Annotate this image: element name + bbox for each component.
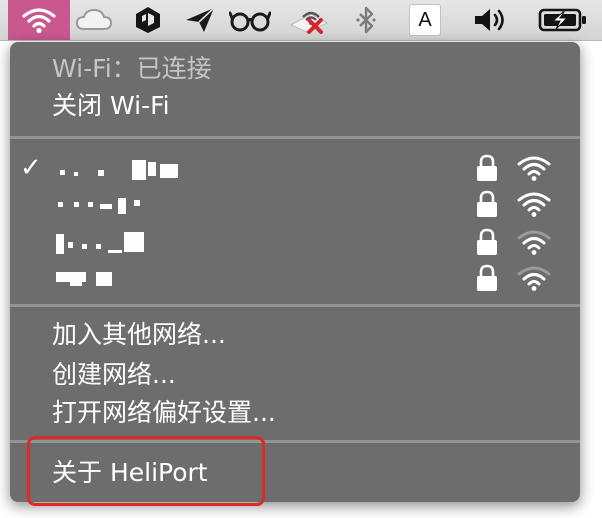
network-name-obscured bbox=[52, 228, 192, 256]
paper-plane-icon[interactable] bbox=[176, 0, 224, 40]
create-network-item[interactable]: 创建网络... bbox=[52, 360, 176, 390]
turn-off-wifi-item[interactable]: 关闭 Wi-Fi bbox=[52, 91, 170, 121]
separator bbox=[10, 304, 580, 307]
wifi-status-label: Wi-Fi：已连接 bbox=[52, 54, 212, 83]
network-name-obscured bbox=[52, 264, 192, 292]
checkmark-icon: ✓ bbox=[20, 153, 42, 183]
wifi-signal-icon bbox=[517, 266, 551, 291]
battery-charging-icon[interactable] bbox=[532, 0, 594, 40]
cloud-icon[interactable] bbox=[72, 0, 116, 40]
open-network-preferences-item[interactable]: 打开网络偏好设置... bbox=[52, 398, 276, 428]
wifi-signal-icon bbox=[517, 230, 551, 255]
network-name-obscured bbox=[52, 154, 192, 182]
wifi-signal-icon bbox=[517, 156, 551, 181]
input-source-icon[interactable]: A bbox=[402, 0, 448, 40]
box-app-icon[interactable] bbox=[126, 0, 170, 40]
network-name-obscured bbox=[52, 190, 192, 218]
separator bbox=[10, 136, 580, 139]
network-item[interactable] bbox=[10, 260, 580, 296]
lock-icon bbox=[477, 228, 497, 255]
wifi-dropdown-menu: Wi-Fi：已连接 关闭 Wi-Fi ✓ 加入其他网络... 创建网络... 打… bbox=[10, 42, 580, 502]
menu-bar: A bbox=[0, 0, 602, 41]
network-item[interactable] bbox=[10, 224, 580, 260]
input-source-letter: A bbox=[409, 4, 441, 36]
network-item[interactable]: ✓ bbox=[10, 150, 580, 186]
volume-icon[interactable] bbox=[466, 0, 516, 40]
wifi-disabled-icon[interactable] bbox=[282, 0, 336, 40]
highlight-box bbox=[27, 436, 265, 506]
bluetooth-icon[interactable] bbox=[348, 0, 384, 40]
lock-icon bbox=[477, 264, 497, 291]
join-other-network-item[interactable]: 加入其他网络... bbox=[52, 320, 226, 350]
wifi-signal-icon bbox=[517, 192, 551, 217]
network-item[interactable] bbox=[10, 186, 580, 222]
lock-icon bbox=[477, 154, 497, 181]
glasses-icon[interactable] bbox=[226, 0, 274, 40]
wifi-icon[interactable] bbox=[8, 0, 70, 40]
lock-icon bbox=[477, 190, 497, 217]
